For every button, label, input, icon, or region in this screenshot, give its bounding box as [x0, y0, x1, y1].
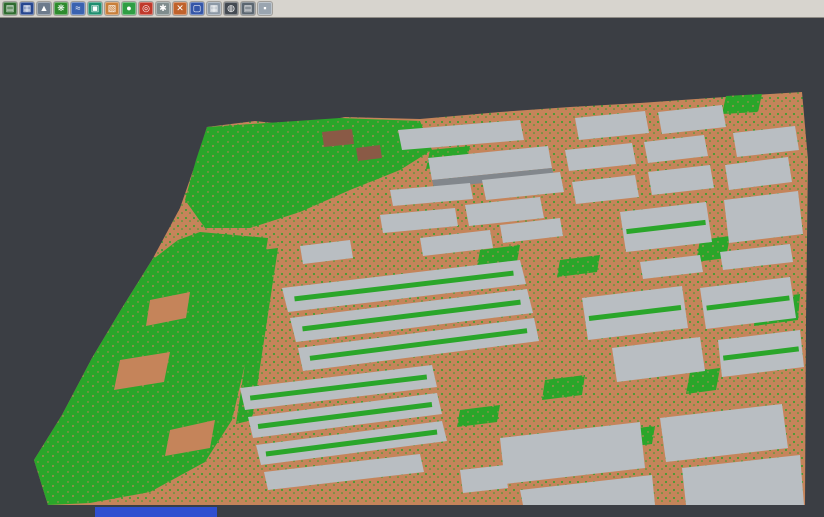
application-window: ▤▦▲❋≈▣▧●◎✱✕▢▦◍▤▪	[0, 0, 824, 517]
bottom-blue-strip	[95, 507, 217, 517]
vegetation-icon[interactable]: ❋	[54, 2, 68, 15]
print-icon[interactable]: ▤	[241, 2, 255, 15]
water-icon[interactable]: ≈	[71, 2, 85, 15]
classify-icon[interactable]: ▣	[88, 2, 102, 15]
small-structure	[322, 129, 354, 147]
sphere-icon[interactable]: ●	[122, 2, 136, 15]
globe-icon[interactable]: ◍	[224, 2, 238, 15]
grid-icon[interactable]: ▦	[207, 2, 221, 15]
frame-icon[interactable]: ▢	[190, 2, 204, 15]
3d-viewport[interactable]	[0, 18, 824, 517]
building-roof	[460, 465, 508, 493]
building-roof	[724, 191, 803, 243]
main-toolbar: ▤▦▲❋≈▣▧●◎✱✕▢▦◍▤▪	[0, 0, 824, 18]
map-icon[interactable]: ▦	[20, 2, 34, 15]
info-icon[interactable]: ▪	[258, 2, 272, 15]
settings-icon[interactable]: ✱	[156, 2, 170, 15]
close-tool-icon[interactable]: ✕	[173, 2, 187, 15]
ortho-icon[interactable]: ▧	[105, 2, 119, 15]
target-icon[interactable]: ◎	[139, 2, 153, 15]
vegetation-patch	[722, 94, 762, 114]
pointcloud-scene	[0, 18, 824, 517]
terrain-icon[interactable]: ▲	[37, 2, 51, 15]
layers-icon[interactable]: ▤	[3, 2, 17, 15]
